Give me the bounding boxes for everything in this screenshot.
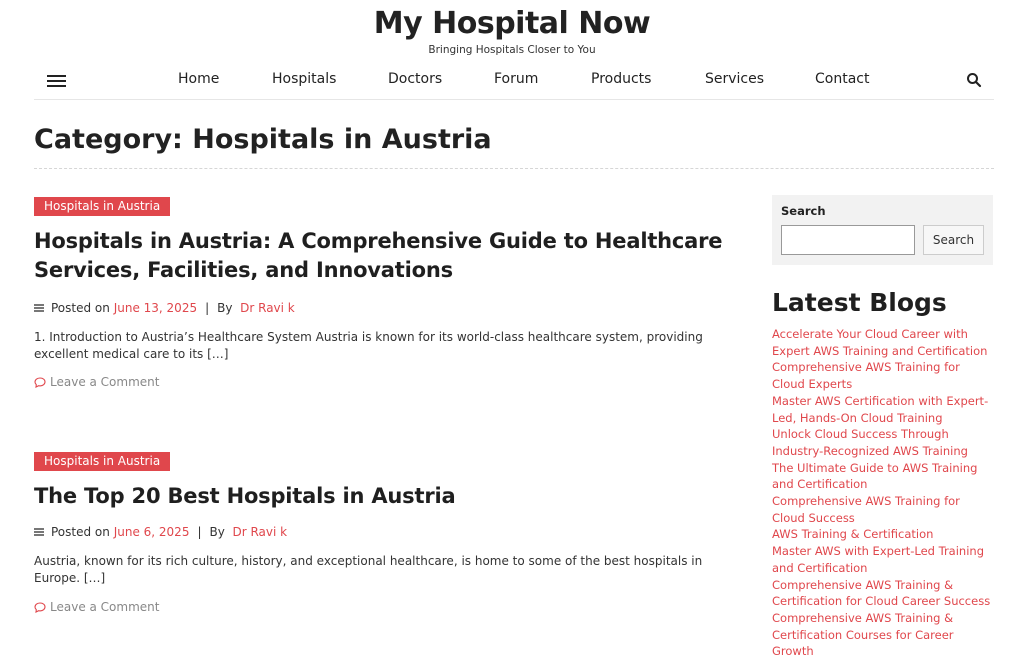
- nav-item-forum[interactable]: Forum: [494, 71, 538, 87]
- latest-blog-link[interactable]: The Ultimate Guide to AWS Training and C…: [772, 460, 993, 493]
- search-icon[interactable]: [966, 72, 982, 88]
- comment-label: Leave a Comment: [50, 375, 160, 389]
- post-date[interactable]: June 13, 2025: [114, 301, 197, 315]
- meta-separator: |: [205, 301, 210, 315]
- search-input[interactable]: [781, 225, 915, 255]
- post-meta: Posted on June 13, 2025 | By Dr Ravi k: [34, 301, 744, 315]
- latest-blog-link[interactable]: Master AWS with Expert-Led Training and …: [772, 543, 993, 576]
- latest-blog-link[interactable]: Unlock Cloud Success Through Industry-Re…: [772, 426, 993, 459]
- category-badge[interactable]: Hospitals in Austria: [34, 452, 171, 471]
- sidebar-search-widget: Search Search: [772, 195, 993, 265]
- nav-item-hospitals[interactable]: Hospitals: [272, 71, 336, 87]
- comment-icon: [34, 376, 46, 388]
- latest-blog-link[interactable]: Comprehensive AWS Training & Certificati…: [772, 610, 993, 660]
- post-card: Hospitals in Austria Hospitals in Austri…: [34, 195, 744, 389]
- latest-blog-link[interactable]: Master AWS Certification with Expert-Led…: [772, 393, 993, 426]
- nav-item-contact[interactable]: Contact: [815, 71, 869, 87]
- latest-blogs-list: Accelerate Your Cloud Career with Expert…: [772, 326, 993, 660]
- post-date[interactable]: June 6, 2025: [114, 525, 190, 539]
- comment-label: Leave a Comment: [50, 600, 160, 614]
- latest-blogs-title: Latest Blogs: [772, 288, 947, 317]
- page-title: Category: Hospitals in Austria: [34, 124, 492, 155]
- nav-item-home[interactable]: Home: [178, 71, 219, 87]
- search-button[interactable]: Search: [923, 225, 984, 255]
- nav-item-services[interactable]: Services: [705, 71, 764, 87]
- post-card: Hospitals in Austria The Top 20 Best Hos…: [34, 450, 744, 614]
- nav-item-products[interactable]: Products: [591, 71, 651, 87]
- post-excerpt: 1. Introduction to Austria’s Healthcare …: [34, 330, 703, 361]
- posted-on-label: Posted on: [51, 525, 110, 539]
- post-meta: Posted on June 6, 2025 | By Dr Ravi k: [34, 525, 744, 539]
- site-title[interactable]: My Hospital Now: [0, 6, 1024, 41]
- latest-blog-link[interactable]: AWS Training & Certification: [772, 526, 993, 543]
- site-tagline: Bringing Hospitals Closer to You: [428, 44, 596, 56]
- comment-icon: [34, 601, 46, 613]
- list-icon: [34, 304, 44, 312]
- post-author[interactable]: Dr Ravi k: [240, 301, 295, 315]
- by-label: By: [209, 525, 225, 539]
- nav-item-doctors[interactable]: Doctors: [388, 71, 442, 87]
- hamburger-icon[interactable]: [47, 73, 67, 89]
- latest-blog-link[interactable]: Comprehensive AWS Training for Cloud Exp…: [772, 359, 993, 392]
- meta-separator: |: [197, 525, 202, 539]
- latest-blog-link[interactable]: Comprehensive AWS Training for Cloud Suc…: [772, 493, 993, 526]
- by-label: By: [217, 301, 233, 315]
- post-excerpt: Austria, known for its rich culture, his…: [34, 554, 703, 585]
- post-title[interactable]: The Top 20 Best Hospitals in Austria: [34, 482, 744, 511]
- category-badge[interactable]: Hospitals in Austria: [34, 197, 171, 216]
- title-divider: [34, 168, 994, 169]
- search-label: Search: [781, 204, 826, 218]
- leave-comment-link[interactable]: Leave a Comment: [34, 600, 744, 614]
- main-navigation: Home Hospitals Doctors Forum Products Se…: [34, 64, 994, 100]
- list-icon: [34, 528, 44, 536]
- post-title[interactable]: Hospitals in Austria: A Comprehensive Gu…: [34, 227, 744, 285]
- latest-blog-link[interactable]: Accelerate Your Cloud Career with Expert…: [772, 326, 993, 359]
- posted-on-label: Posted on: [51, 301, 110, 315]
- latest-blog-link[interactable]: Comprehensive AWS Training & Certificati…: [772, 577, 993, 610]
- leave-comment-link[interactable]: Leave a Comment: [34, 375, 744, 389]
- post-author[interactable]: Dr Ravi k: [232, 525, 287, 539]
